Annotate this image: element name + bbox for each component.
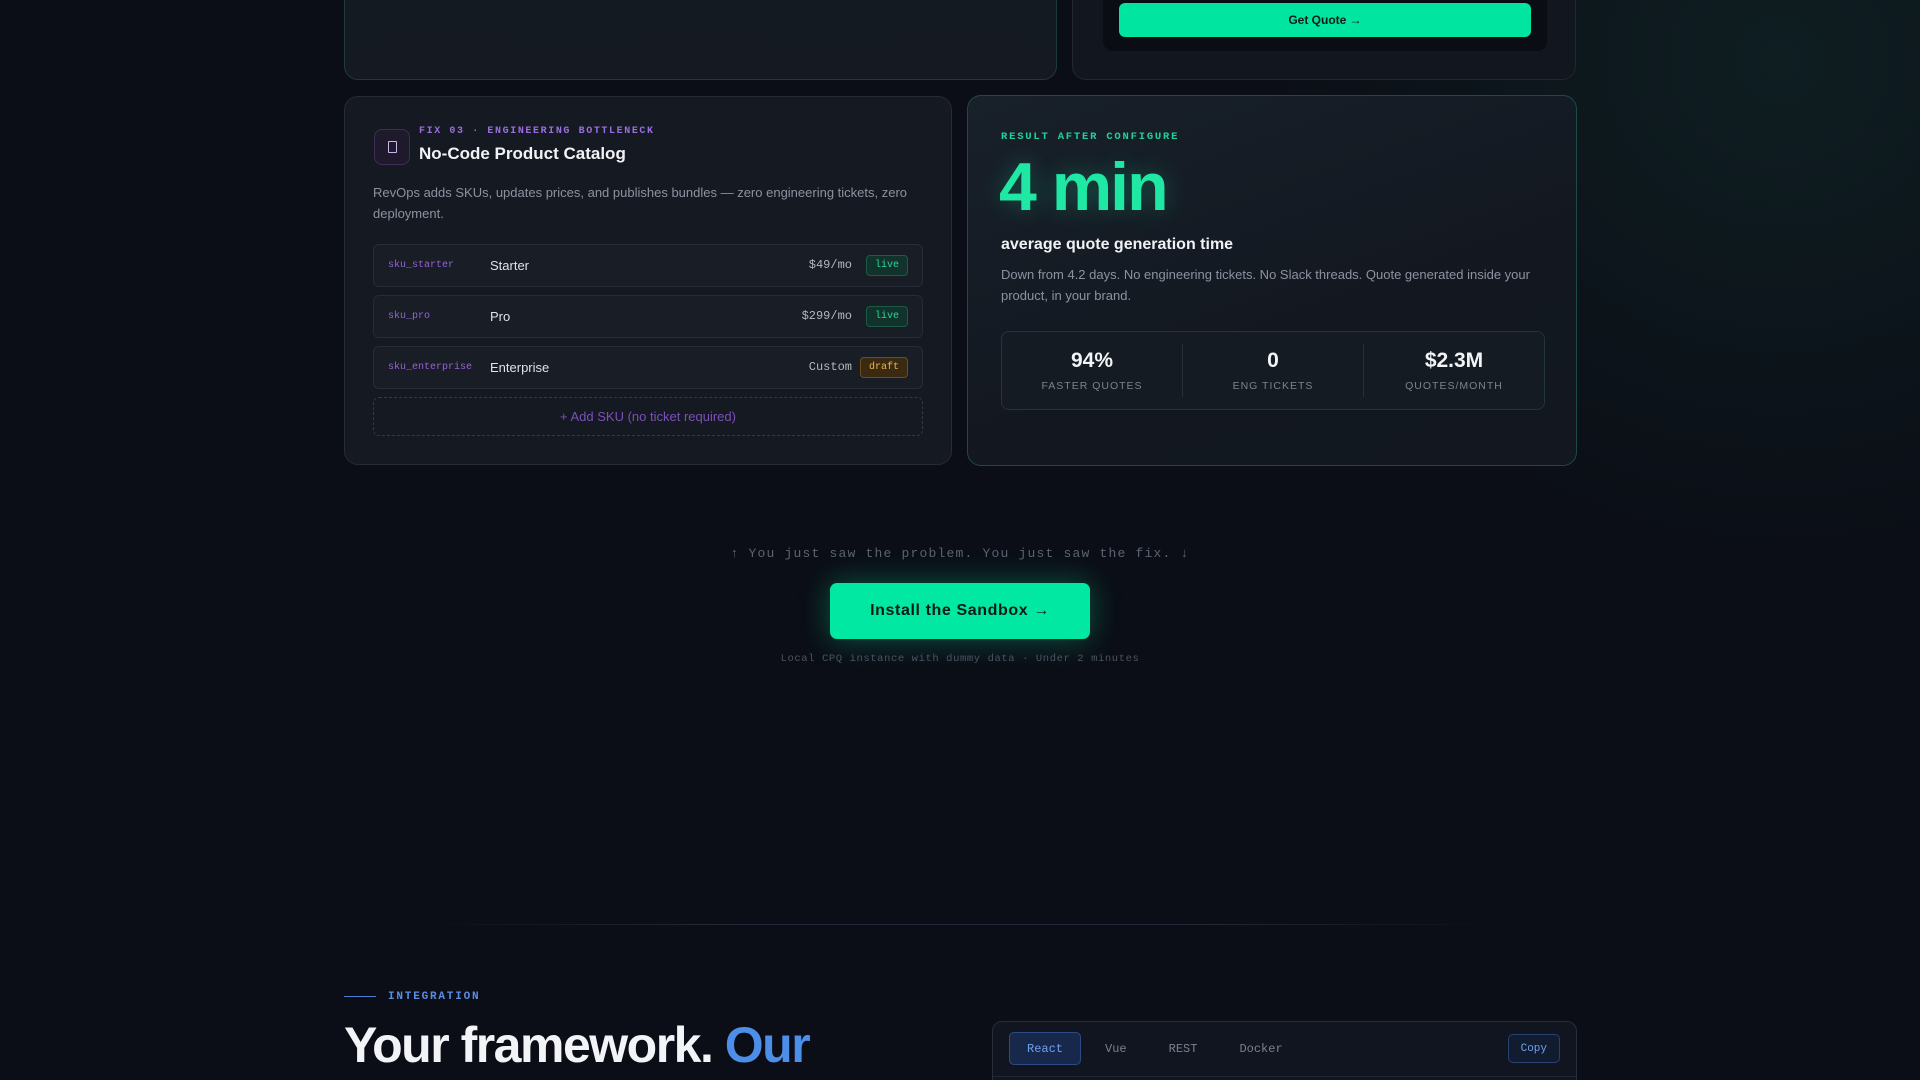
sku-code: sku_starter [388, 260, 455, 271]
tab-docker[interactable]: Docker [1221, 1032, 1300, 1065]
sku-name: Pro [490, 309, 511, 324]
previous-card-left [344, 0, 1057, 80]
stat-value: $2.3M [1424, 349, 1484, 372]
stat-value: 0 [1267, 349, 1279, 372]
framework-tabs: React Vue REST Docker [1009, 1032, 1301, 1065]
catalog-title: No-Code Product Catalog [419, 144, 626, 163]
status-badge: draft [859, 357, 908, 378]
integration-title: Your framework. Our [344, 1016, 811, 1074]
stat-faster-quotes: 94% FASTER QUOTES [1002, 332, 1182, 409]
tab-divider [993, 1076, 1576, 1077]
get-quote-button[interactable]: Get Quote → [1119, 3, 1531, 37]
tab-rest[interactable]: REST [1151, 1032, 1216, 1065]
copy-button[interactable]: Copy [1507, 1034, 1560, 1063]
status-badge: live [865, 306, 908, 327]
install-sandbox-button[interactable]: Install the Sandbox → [830, 583, 1090, 639]
stat-label: ENG TICKETS [1232, 380, 1314, 392]
tab-vue[interactable]: Vue [1087, 1032, 1145, 1065]
status-badge: live [865, 255, 908, 276]
sku-name: Enterprise [490, 360, 550, 375]
quote-preview-panel: Get Quote → [1103, 0, 1547, 51]
stat-eng-tickets: 0 ENG TICKETS [1182, 344, 1363, 397]
cta-footnote: Local CPQ instance with dummy data · Und… [780, 653, 1140, 665]
sku-code: sku_enterprise [388, 362, 473, 373]
stats-panel: 94% FASTER QUOTES 0 ENG TICKETS $2.3M QU… [1001, 331, 1545, 410]
code-snippet-panel: React Vue REST Docker Copy [992, 1021, 1577, 1080]
stat-label: FASTER QUOTES [1041, 380, 1143, 392]
sku-price: Custom [808, 360, 852, 374]
stat-label: QUOTES/MONTH [1405, 380, 1503, 392]
sku-name: Starter [490, 258, 530, 273]
sku-row[interactable]: sku_starter Starter $49/mo live [373, 244, 923, 287]
eyebrow-line [344, 996, 376, 997]
stat-quotes-month: $2.3M QUOTES/MONTH [1363, 344, 1544, 397]
stat-value: 94% [1070, 349, 1114, 372]
title-accent: Our [724, 1017, 811, 1073]
catalog-description: RevOps adds SKUs, updates prices, and pu… [373, 185, 908, 221]
tab-react[interactable]: React [1009, 1032, 1082, 1065]
sku-price: $299/mo [801, 309, 852, 323]
sku-code: sku_pro [388, 311, 431, 322]
integration-tag: INTEGRATION [388, 991, 481, 1003]
catalog-tag: FIX 03 · ENGINEERING BOTTLENECK [419, 126, 655, 137]
result-subtitle: average quote generation time [1001, 236, 1234, 253]
sku-row[interactable]: sku_pro Pro $299/mo live [373, 295, 923, 338]
cta-note: ↑ You just saw the problem. You just saw… [730, 546, 1190, 561]
result-description: Down from 4.2 days. No engineering ticke… [1001, 267, 1530, 303]
sku-price: $49/mo [808, 258, 852, 272]
product-catalog-card: FIX 03 · ENGINEERING BOTTLENECK No-Code … [344, 96, 952, 465]
result-big-value: 4 min [999, 149, 1169, 225]
title-plain: Your framework. [344, 1017, 714, 1073]
sku-row[interactable]: sku_enterprise Enterprise Custom draft [373, 346, 923, 389]
quote-preview-card: Get Quote → [1072, 0, 1576, 80]
result-card: RESULT AFTER CONFIGURE 4 min average quo… [967, 95, 1577, 466]
result-tag: RESULT AFTER CONFIGURE [1001, 131, 1180, 143]
box-icon [374, 129, 410, 165]
section-divider [420, 924, 1500, 925]
add-sku-button[interactable]: + Add SKU (no ticket required) [373, 397, 923, 436]
